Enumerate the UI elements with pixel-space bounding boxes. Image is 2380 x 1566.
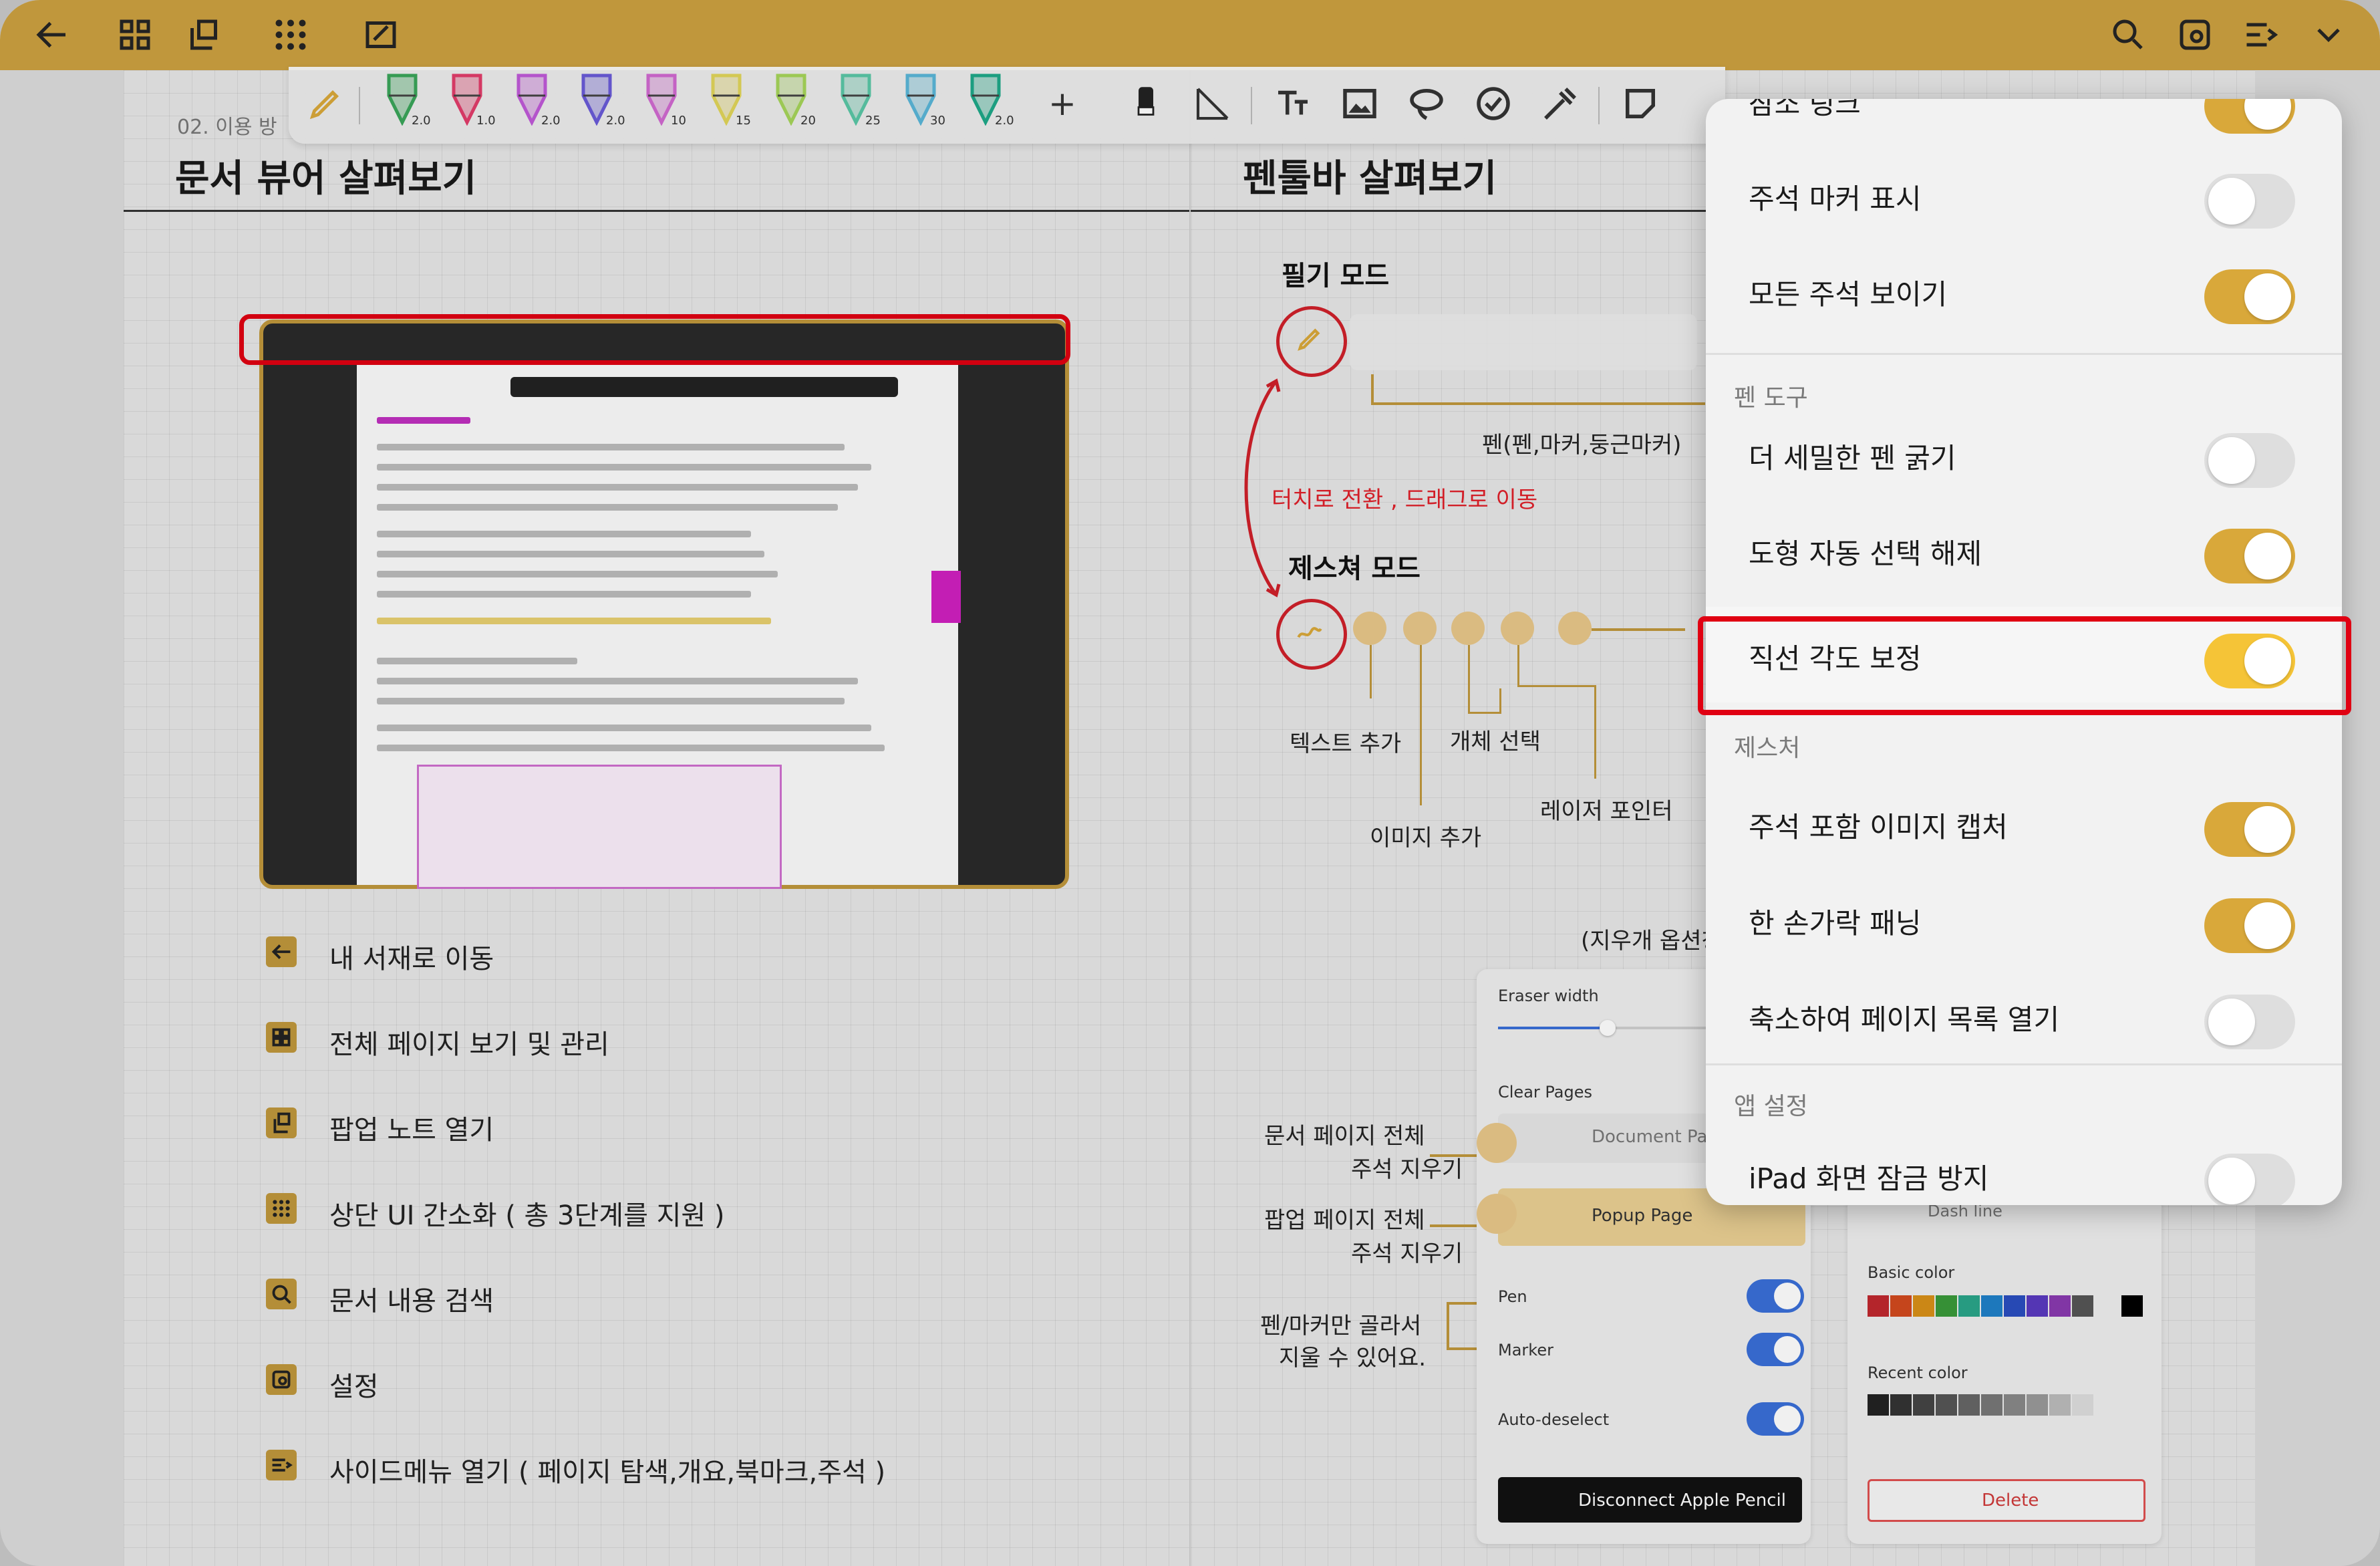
setting-row: 더 세밀한 펜 굵기 (1706, 406, 2342, 502)
arrow-left-icon[interactable] (32, 15, 72, 55)
setting-row: 모든 주석 보이기 (1706, 243, 2342, 338)
setting-row: iPad 화면 잠금 방지 (1706, 1127, 2342, 1205)
toggle-switch[interactable] (2204, 1154, 2295, 1205)
simplify-ui-icon[interactable] (361, 15, 401, 55)
dots-grid-icon[interactable] (271, 15, 311, 55)
section-header-gesture: 제스처 (1734, 735, 1801, 762)
toggle-switch[interactable] (2204, 433, 2295, 488)
search-icon[interactable] (2108, 15, 2148, 55)
toggle-switch[interactable] (2204, 174, 2295, 229)
setting-row: 주석 포함 이미지 캡처 (1706, 775, 2342, 871)
setting-row: 잠소 링크 (1706, 99, 2342, 148)
top-bar (0, 0, 2380, 70)
setting-row: 한 손가락 패닝 (1706, 872, 2342, 967)
toggle-switch[interactable] (2204, 802, 2295, 857)
setting-row: 도형 자동 선택 해제 (1706, 502, 2342, 598)
chevron-down-icon[interactable] (2309, 15, 2349, 55)
setting-row: 주석 마커 표시 (1706, 147, 2342, 243)
highlight-straight-line-setting (1698, 616, 2351, 715)
side-menu-icon[interactable] (2242, 15, 2282, 55)
settings-icon[interactable] (2175, 15, 2215, 55)
toggle-switch[interactable] (2204, 269, 2295, 324)
section-header-app: 앱 설정 (1734, 1093, 1808, 1120)
app-window: 02. 이용 방 문서 뷰어 살펴보기 내 서재로 이동 전체 페이지 보기 및… (0, 0, 2380, 1566)
popup-note-icon[interactable] (184, 15, 224, 55)
toggle-switch[interactable] (2204, 898, 2295, 953)
grid-icon[interactable] (115, 15, 155, 55)
setting-row: 축소하여 페이지 목록 열기 (1706, 968, 2342, 1063)
toggle-switch[interactable] (2204, 529, 2295, 583)
toggle-switch[interactable] (2204, 995, 2295, 1049)
toggle-switch[interactable] (2204, 99, 2295, 134)
